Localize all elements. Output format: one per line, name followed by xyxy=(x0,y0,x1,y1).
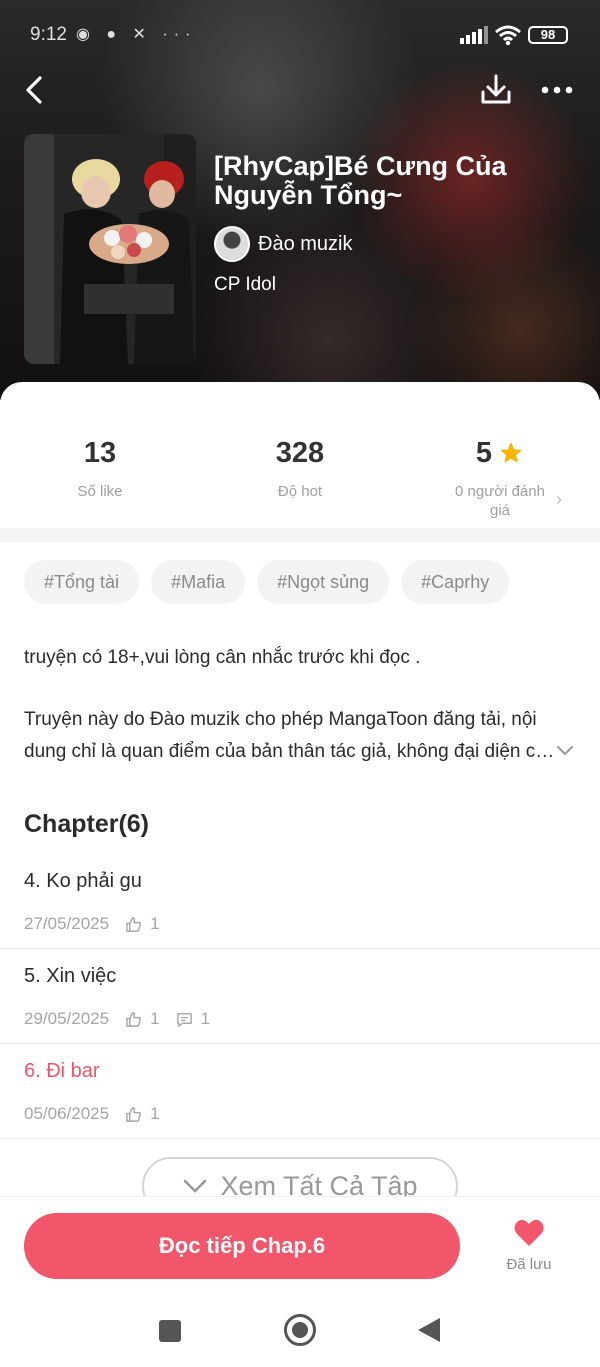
thumbs-up-icon xyxy=(126,1011,142,1027)
star-icon xyxy=(500,442,522,463)
stats-row: 13 Số like 328 Độ hot 5 0 người đánh giá xyxy=(0,434,600,524)
genre-label[interactable]: CP Idol xyxy=(214,274,276,296)
rating-label: 0 người đánh giá xyxy=(455,483,545,519)
tag-chip[interactable]: #Mafia xyxy=(151,560,246,604)
chapter-item-current[interactable]: 6. Đi bar 05/06/2025 1 xyxy=(0,1044,600,1139)
chapter-title: 4. Ko phải gu xyxy=(24,870,142,892)
system-back-icon[interactable] xyxy=(418,1318,440,1342)
status-bar: 9:12 ◉ ● ✕ ··· 98 xyxy=(0,18,600,54)
chevron-down-icon xyxy=(184,1179,207,1193)
hot-stat: 328 Độ hot xyxy=(200,434,400,501)
download-icon[interactable] xyxy=(478,72,514,108)
tag-list: #Tổng tài #Mafia #Ngọt sủng #Caprhy xyxy=(24,560,510,604)
chapter-title: 5. Xin việc xyxy=(24,965,117,987)
tag-chip[interactable]: #Tổng tài xyxy=(24,560,140,604)
tag-chip[interactable]: #Ngọt sủng xyxy=(257,560,390,604)
heart-icon xyxy=(514,1219,544,1246)
battery-icon: 98 xyxy=(528,26,568,44)
chapter-likes: 1 xyxy=(150,914,160,933)
chevron-right-icon[interactable]: › xyxy=(556,489,562,510)
hot-label: Độ hot xyxy=(277,483,323,500)
comic-title: [RhyCap]Bé Cưng Của Nguyễn Tổng~ xyxy=(214,151,507,210)
wifi-icon xyxy=(495,25,521,46)
chapter-likes: 1 xyxy=(150,1009,160,1028)
notification-icons: ◉ ● ✕ ··· xyxy=(76,26,197,43)
thumbs-up-icon xyxy=(126,1106,142,1122)
system-nav-bar xyxy=(0,1296,600,1367)
author-avatar[interactable] xyxy=(214,226,250,262)
chapter-item[interactable]: 4. Ko phải gu 27/05/2025 1 xyxy=(0,854,600,949)
likes-label: Số like xyxy=(77,483,123,500)
description-warning: truyện có 18+,vui lòng cân nhắc trước kh… xyxy=(24,647,421,668)
hot-count: 328 xyxy=(275,436,325,469)
chapter-meta: 29/05/2025 1 1 xyxy=(24,1009,210,1029)
chapter-meta: 05/06/2025 1 xyxy=(24,1104,160,1124)
chapter-date: 05/06/2025 xyxy=(24,1104,110,1123)
rating-value-row: 5 xyxy=(400,434,600,472)
chapter-meta: 27/05/2025 1 xyxy=(24,914,160,934)
rating-value: 5 xyxy=(475,436,493,469)
tag-chip[interactable]: #Caprhy xyxy=(401,560,510,604)
likes-stat: 13 Số like xyxy=(0,434,200,501)
comment-icon xyxy=(176,1012,192,1027)
chapter-date: 29/05/2025 xyxy=(24,1009,110,1028)
chapter-item[interactable]: 5. Xin việc 29/05/2025 1 1 xyxy=(0,949,600,1044)
signal-icon xyxy=(460,26,488,44)
back-arrow-icon[interactable] xyxy=(20,72,50,108)
chapter-title: 6. Đi bar xyxy=(24,1060,100,1082)
chapters-header: Chapter(6) xyxy=(24,810,150,838)
chevron-down-icon[interactable] xyxy=(555,740,575,760)
chapter-likes: 1 xyxy=(150,1104,160,1123)
saved-label: Đã lưu xyxy=(506,1256,552,1273)
continue-reading-button[interactable]: Đọc tiếp Chap.6 xyxy=(24,1213,460,1279)
description[interactable]: truyện có 18+,vui lòng cân nhắc trước kh… xyxy=(24,642,564,768)
chapter-date: 27/05/2025 xyxy=(24,914,110,933)
author-row[interactable]: Đào muzik xyxy=(214,226,352,262)
recent-apps-icon[interactable] xyxy=(159,1320,181,1342)
thumbs-up-icon xyxy=(126,916,142,932)
status-time: 9:12 xyxy=(30,24,67,45)
section-divider xyxy=(0,528,600,542)
chapter-comments: 1 xyxy=(200,1009,211,1028)
rating-stat[interactable]: 5 0 người đánh giá xyxy=(400,434,600,520)
cover-image[interactable] xyxy=(24,134,196,364)
description-notice: Truyện này do Đào muzik cho phép MangaTo… xyxy=(24,709,557,762)
saved-button[interactable]: Đã lưu xyxy=(500,1218,558,1273)
home-icon[interactable] xyxy=(284,1314,316,1346)
author-name[interactable]: Đào muzik xyxy=(258,233,352,256)
likes-count: 13 xyxy=(83,436,117,469)
more-options-icon[interactable] xyxy=(540,80,574,100)
